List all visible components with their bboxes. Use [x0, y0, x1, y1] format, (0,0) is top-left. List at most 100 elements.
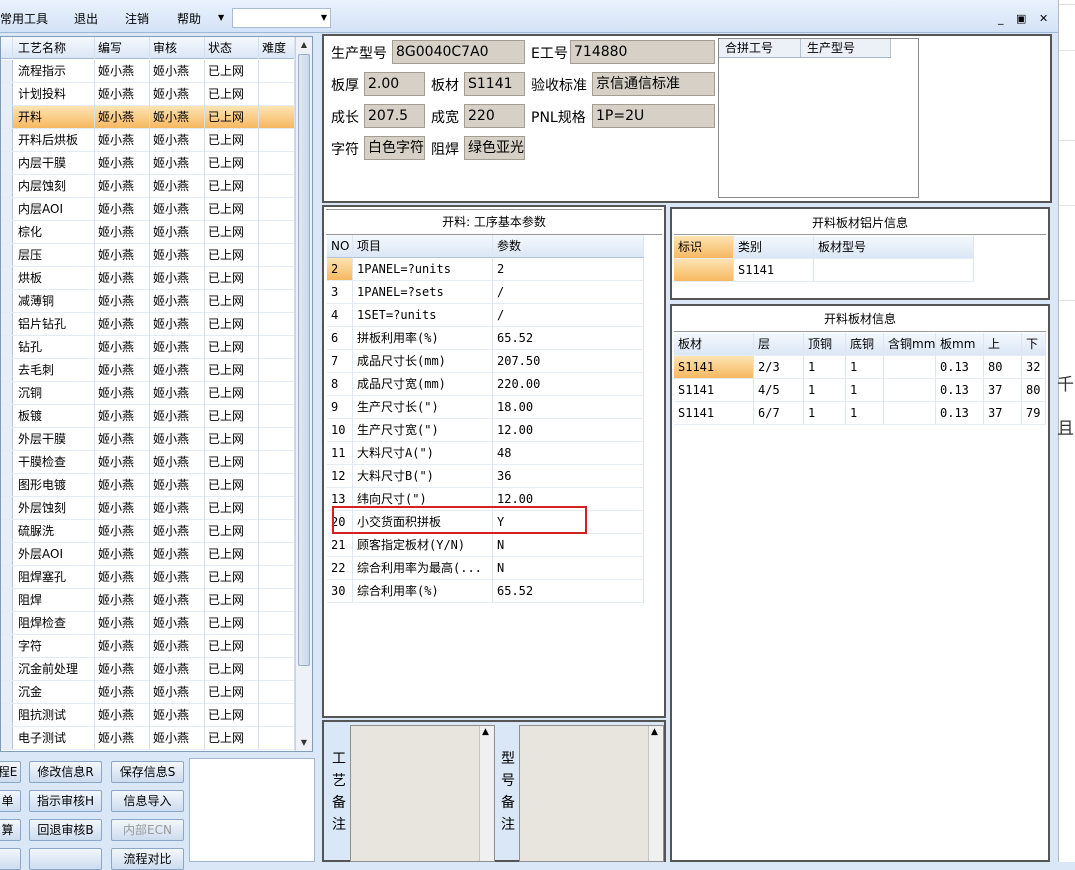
menu-overflow-chevron-icon[interactable]: ▼: [218, 13, 224, 22]
eno-field[interactable]: 714880: [570, 40, 715, 64]
row-header[interactable]: [1, 221, 13, 243]
combo-dropdown-chevron-icon[interactable]: ▼: [321, 13, 327, 22]
col-difficulty[interactable]: 难度: [259, 37, 295, 59]
model-remark-textarea[interactable]: ▲: [519, 725, 664, 862]
table-row[interactable]: 流程指示 姬小燕 姬小燕 已上网: [1, 60, 295, 83]
param-value-cell[interactable]: 207.50: [493, 350, 644, 373]
board-col-down[interactable]: 下: [1022, 333, 1046, 356]
table-row[interactable]: 沉金 姬小燕 姬小燕 已上网: [1, 681, 295, 704]
row-header[interactable]: [1, 543, 13, 565]
table-row[interactable]: 硫脲洗 姬小燕 姬小燕 已上网: [1, 520, 295, 543]
row-header[interactable]: [1, 497, 13, 519]
row-header[interactable]: [1, 658, 13, 680]
row-header[interactable]: [1, 428, 13, 450]
param-value-cell[interactable]: N: [493, 534, 644, 557]
board-col-cu-mm[interactable]: 含铜mm: [884, 333, 936, 356]
row-header[interactable]: [1, 267, 13, 289]
param-value-cell[interactable]: /: [493, 304, 644, 327]
row-header[interactable]: [1, 382, 13, 404]
board-col-top-cu[interactable]: 顶铜: [804, 333, 846, 356]
soldermask-field[interactable]: 绿色亚光: [464, 136, 525, 160]
param-value-cell[interactable]: 18.00: [493, 396, 644, 419]
table-row[interactable]: 棕化 姬小燕 姬小燕 已上网: [1, 221, 295, 244]
col-author[interactable]: 编写: [95, 37, 150, 59]
table-row[interactable]: 板镀 姬小燕 姬小燕 已上网: [1, 405, 295, 428]
table-row[interactable]: 钻孔 姬小燕 姬小燕 已上网: [1, 336, 295, 359]
row-header[interactable]: [1, 198, 13, 220]
scroll-up-icon[interactable]: ▲: [482, 727, 489, 737]
menu-help[interactable]: 帮助: [177, 10, 201, 27]
thickness-field[interactable]: 2.00: [364, 72, 425, 96]
notes-box[interactable]: [189, 758, 315, 862]
instruction-review-button[interactable]: 指示审核H: [29, 790, 102, 812]
rollback-review-button[interactable]: 回退审核B: [29, 819, 102, 841]
params-col-item[interactable]: 项目: [353, 235, 493, 258]
row-header[interactable]: [1, 152, 13, 174]
table-row[interactable]: 计划投料 姬小燕 姬小燕 已上网: [1, 83, 295, 106]
row-header[interactable]: [1, 704, 13, 726]
board-col-board-mm[interactable]: 板mm: [936, 333, 984, 356]
restore-icon[interactable]: ▣: [1016, 12, 1026, 25]
table-row[interactable]: 沉金前处理 姬小燕 姬小燕 已上网: [1, 658, 295, 681]
row-header[interactable]: [1, 60, 13, 82]
row-header[interactable]: [1, 520, 13, 542]
table-row[interactable]: 阻焊检查 姬小燕 姬小燕 已上网: [1, 612, 295, 635]
single-button[interactable]: 单: [0, 790, 21, 812]
row-header[interactable]: [1, 589, 13, 611]
table-row[interactable]: 铝片钻孔 姬小燕 姬小燕 已上网: [1, 313, 295, 336]
table-row[interactable]: 内层蚀刻 姬小燕 姬小燕 已上网: [1, 175, 295, 198]
row-header[interactable]: [1, 106, 13, 128]
al-col-mark[interactable]: 标识: [674, 236, 734, 259]
param-value-cell[interactable]: 48: [493, 442, 644, 465]
table-row[interactable]: 内层干膜 姬小燕 姬小燕 已上网: [1, 152, 295, 175]
table-row[interactable]: 外层AOI 姬小燕 姬小燕 已上网: [1, 543, 295, 566]
process-e-button[interactable]: 程E: [0, 761, 21, 783]
width-field[interactable]: 220: [464, 104, 525, 128]
row-header[interactable]: [1, 612, 13, 634]
model-remark-scrollbar[interactable]: ▲: [648, 726, 663, 861]
board-col-layer[interactable]: 层: [754, 333, 804, 356]
process-remark-textarea[interactable]: ▲: [350, 725, 495, 862]
process-compare-button[interactable]: 流程对比: [111, 848, 184, 870]
material-field[interactable]: S1141: [464, 72, 525, 96]
param-value-cell[interactable]: 12.00: [493, 419, 644, 442]
row-header[interactable]: [1, 405, 13, 427]
param-value-cell[interactable]: 65.52: [493, 580, 644, 603]
row-header[interactable]: [1, 635, 13, 657]
modify-info-button[interactable]: 修改信息R: [29, 761, 102, 783]
merge-col-model[interactable]: 生产型号: [801, 39, 891, 58]
row-header[interactable]: [1, 359, 13, 381]
table-row[interactable]: 阻焊 姬小燕 姬小燕 已上网: [1, 589, 295, 612]
table-row[interactable]: 内层AOI 姬小燕 姬小燕 已上网: [1, 198, 295, 221]
save-info-button[interactable]: 保存信息S: [111, 761, 184, 783]
table-row[interactable]: 减薄铜 姬小燕 姬小燕 已上网: [1, 290, 295, 313]
al-col-category[interactable]: 类别: [734, 236, 814, 259]
col-process-name[interactable]: 工艺名称: [15, 37, 95, 59]
menu-logout[interactable]: 注销: [125, 10, 149, 27]
scroll-down-icon[interactable]: ▼: [297, 735, 311, 751]
table-row[interactable]: 去毛刺 姬小燕 姬小燕 已上网: [1, 359, 295, 382]
table-row[interactable]: 烘板 姬小燕 姬小燕 已上网: [1, 267, 295, 290]
process-grid-scrollbar[interactable]: ▲ ▼: [295, 37, 312, 751]
menu-combo-box[interactable]: ▼: [232, 8, 331, 28]
scroll-up-icon[interactable]: ▲: [297, 37, 311, 53]
table-row[interactable]: 开料后烘板 姬小燕 姬小燕 已上网: [1, 129, 295, 152]
param-value-cell[interactable]: 36: [493, 465, 644, 488]
pnl-spec-field[interactable]: 1P=2U: [592, 104, 715, 128]
table-row[interactable]: 图形电镀 姬小燕 姬小燕 已上网: [1, 474, 295, 497]
merge-col-job[interactable]: 合拼工号: [719, 39, 801, 58]
acceptance-std-field[interactable]: 京信通信标准: [592, 72, 715, 96]
param-value-cell[interactable]: 220.00: [493, 373, 644, 396]
row-header[interactable]: [1, 336, 13, 358]
calc-button[interactable]: 算: [0, 819, 21, 841]
close-icon[interactable]: ✕: [1039, 12, 1048, 25]
row-header[interactable]: [1, 681, 13, 703]
table-row[interactable]: 开料 姬小燕 姬小燕 已上网: [1, 106, 295, 129]
row-header[interactable]: [1, 129, 13, 151]
row-header[interactable]: [1, 566, 13, 588]
col-reviewer[interactable]: 审核: [150, 37, 205, 59]
params-col-no[interactable]: NO: [327, 235, 353, 258]
row-header[interactable]: [1, 83, 13, 105]
table-row[interactable]: 阻抗测试 姬小燕 姬小燕 已上网: [1, 704, 295, 727]
board-col-up[interactable]: 上: [984, 333, 1022, 356]
